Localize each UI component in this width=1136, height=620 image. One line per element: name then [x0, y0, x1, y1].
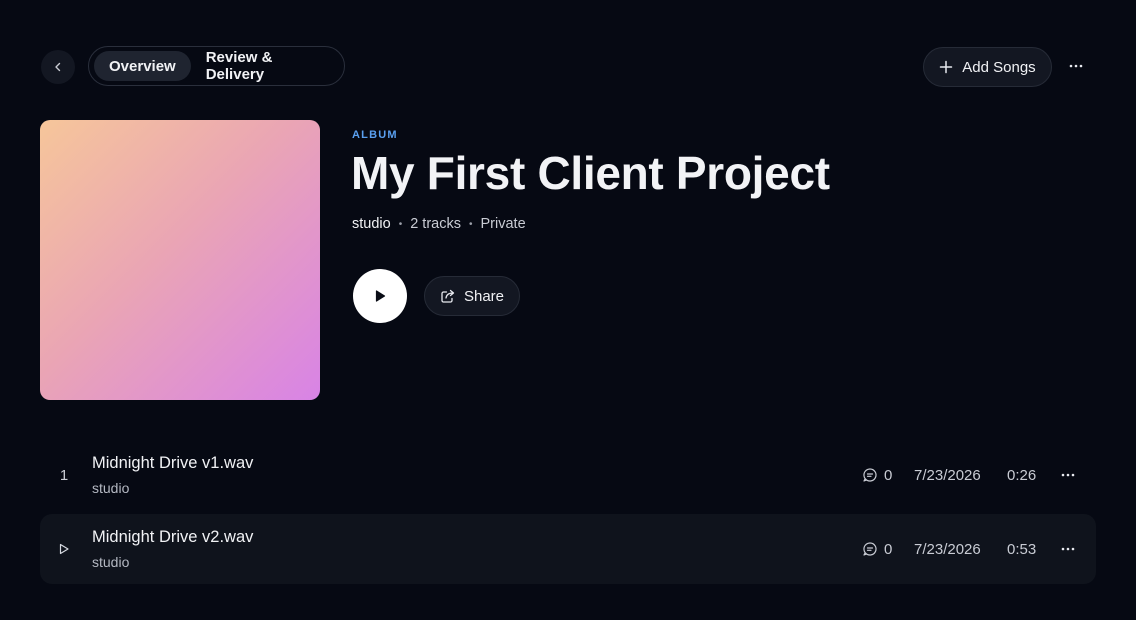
comment-count-value: 0 — [884, 466, 893, 484]
track-date: 7/23/2026 — [914, 466, 981, 484]
plus-icon — [940, 60, 953, 74]
track-title[interactable]: Midnight Drive v2.wav — [92, 528, 253, 547]
visibility-status: Private — [480, 216, 526, 232]
track-play-button[interactable] — [54, 514, 74, 584]
more-options-button[interactable] — [1064, 54, 1088, 78]
comment-icon — [863, 468, 877, 482]
play-icon — [375, 290, 386, 302]
chevron-left-icon — [55, 62, 61, 72]
ellipsis-icon — [1061, 547, 1075, 551]
add-songs-label: Add Songs — [962, 58, 1036, 76]
track-list: 1 Midnight Drive v1.wav studio 0 7/23/20… — [40, 440, 1096, 588]
back-button[interactable] — [41, 50, 75, 84]
meta-separator: • — [468, 218, 473, 230]
add-songs-button[interactable]: Add Songs — [923, 47, 1052, 87]
track-more-button[interactable] — [1056, 537, 1080, 561]
ellipsis-icon — [1069, 64, 1083, 68]
tab-review-delivery[interactable]: Review & Delivery — [191, 49, 339, 83]
track-artist[interactable]: studio — [92, 480, 129, 496]
comment-icon — [863, 542, 877, 556]
track-title[interactable]: Midnight Drive v1.wav — [92, 454, 253, 473]
track-number: 1 — [59, 466, 69, 484]
share-button[interactable]: Share — [424, 276, 520, 316]
top-bar: Overview Review & Delivery Add Songs — [40, 46, 1096, 88]
album-owner[interactable]: studio — [352, 216, 391, 232]
comment-count[interactable]: 0 — [862, 514, 892, 584]
ellipsis-icon — [1061, 473, 1075, 477]
track-duration: 0:26 — [1007, 466, 1037, 484]
play-outline-icon — [59, 543, 69, 555]
track-date: 7/23/2026 — [914, 540, 981, 558]
share-icon — [441, 289, 455, 303]
album-cover — [40, 120, 320, 400]
album-meta: studio • 2 tracks • Private — [352, 216, 526, 232]
meta-separator: • — [398, 218, 403, 230]
table-row[interactable]: Midnight Drive v2.wav studio 0 7/23/2026… — [40, 514, 1096, 584]
album-type-label: ALBUM — [352, 129, 398, 141]
comment-count[interactable]: 0 — [862, 440, 892, 510]
play-album-button[interactable] — [353, 269, 407, 323]
track-duration: 0:53 — [1007, 540, 1037, 558]
tab-overview[interactable]: Overview — [94, 51, 191, 81]
share-label: Share — [463, 287, 505, 305]
table-row[interactable]: 1 Midnight Drive v1.wav studio 0 7/23/20… — [40, 440, 1096, 510]
track-count: 2 tracks — [410, 216, 461, 232]
track-more-button[interactable] — [1056, 463, 1080, 487]
track-artist[interactable]: studio — [92, 554, 129, 570]
view-tabs: Overview Review & Delivery — [88, 46, 345, 86]
comment-count-value: 0 — [884, 540, 893, 558]
page-title: My First Client Project — [351, 147, 830, 199]
